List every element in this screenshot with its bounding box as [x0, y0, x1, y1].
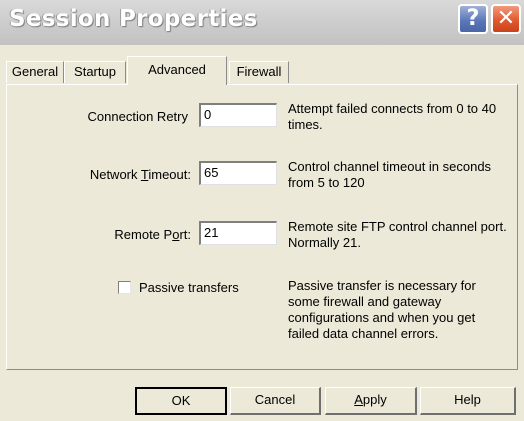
passive-transfers-label[interactable]: Passive transfers	[139, 280, 239, 295]
network-timeout-input[interactable]: 65	[199, 161, 277, 185]
remote-port-input[interactable]: 21	[199, 221, 277, 245]
tab-startup[interactable]: Startup	[64, 61, 126, 83]
ok-button[interactable]: OK	[135, 387, 227, 415]
passive-transfers-checkbox[interactable]	[118, 281, 131, 294]
connection-retry-label: Connection Retry	[87, 109, 188, 124]
tab-firewall[interactable]: Firewall	[229, 61, 289, 83]
tab-advanced[interactable]: Advanced	[127, 56, 227, 85]
network-timeout-help: Control channel timeout in seconds from …	[288, 159, 492, 190]
help-icon[interactable]: ?	[458, 4, 488, 34]
tab-general[interactable]: General	[6, 61, 64, 83]
cancel-button[interactable]: Cancel	[230, 387, 321, 415]
connection-retry-help: Attempt failed connects from 0 to 40 tim…	[288, 101, 497, 132]
title-bar[interactable]: Session Properties ? ✕	[0, 0, 524, 45]
session-properties-dialog: Session Properties ? ✕ General Startup A…	[0, 0, 524, 421]
tab-strip: General Startup Advanced Firewall	[0, 55, 524, 87]
apply-button[interactable]: Apply	[325, 387, 417, 415]
help-button[interactable]: Help	[420, 387, 516, 415]
window-title: Session Properties	[9, 6, 258, 32]
connection-retry-input[interactable]: 0	[199, 103, 277, 127]
close-icon[interactable]: ✕	[491, 4, 521, 34]
remote-port-help: Remote site FTP control channel port. No…	[288, 219, 507, 250]
passive-transfers-help: Passive transfer is necessary for some f…	[288, 278, 476, 341]
remote-port-label: Remote Port:	[114, 227, 191, 242]
network-timeout-label: Network Timeout:	[89, 167, 191, 182]
